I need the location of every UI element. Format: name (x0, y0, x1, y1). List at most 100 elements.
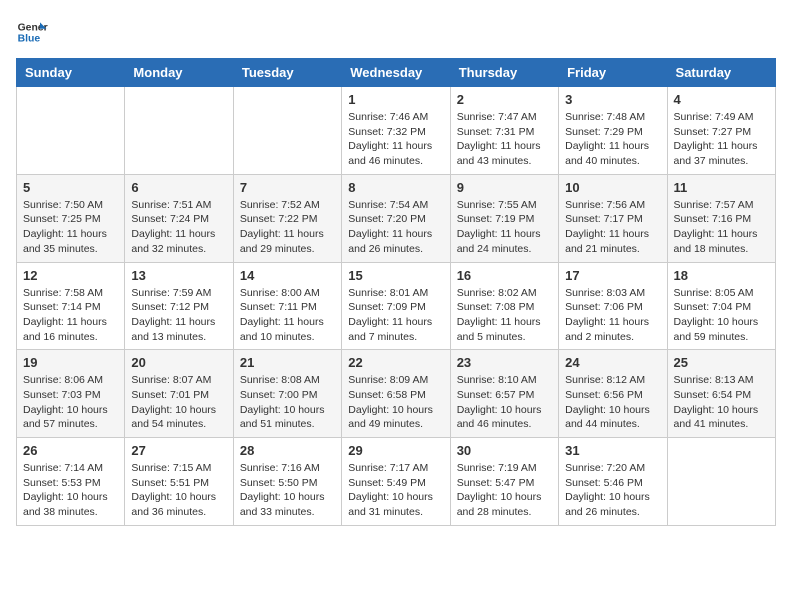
day-info: Sunrise: 7:59 AM Sunset: 7:12 PM Dayligh… (131, 286, 226, 345)
calendar-cell: 17 Sunrise: 8:03 AM Sunset: 7:06 PM Dayli… (559, 262, 667, 350)
calendar-cell: 19Sunrise: 8:06 AM Sunset: 7:03 PM Dayli… (17, 350, 125, 438)
calendar-cell: 20 Sunrise: 8:07 AM Sunset: 7:01 PM Dayli… (125, 350, 233, 438)
day-number: 1 (348, 92, 443, 107)
calendar-table: SundayMondayTuesdayWednesdayThursdayFrid… (16, 58, 776, 526)
day-info: Sunrise: 8:01 AM Sunset: 7:09 PM Dayligh… (348, 286, 443, 345)
day-number: 17 (565, 268, 660, 283)
day-number: 23 (457, 355, 552, 370)
day-info: Sunrise: 7:46 AM Sunset: 7:32 PM Dayligh… (348, 110, 443, 169)
day-number: 6 (131, 180, 226, 195)
day-number: 22 (348, 355, 443, 370)
day-number: 3 (565, 92, 660, 107)
day-info: Sunrise: 7:17 AM Sunset: 5:49 PM Dayligh… (348, 461, 443, 520)
day-number: 25 (674, 355, 769, 370)
calendar-cell: 24Sunrise: 8:12 AM Sunset: 6:56 PM Dayli… (559, 350, 667, 438)
calendar-cell: 3 Sunrise: 7:48 AM Sunset: 7:29 PM Daylig… (559, 87, 667, 175)
day-number: 30 (457, 443, 552, 458)
day-info: Sunrise: 7:58 AM Sunset: 7:14 PM Dayligh… (23, 286, 118, 345)
calendar-cell: 18Sunrise: 8:05 AM Sunset: 7:04 PM Dayli… (667, 262, 775, 350)
weekday-header-sunday: Sunday (17, 59, 125, 87)
day-number: 12 (23, 268, 118, 283)
day-info: Sunrise: 8:09 AM Sunset: 6:58 PM Dayligh… (348, 373, 443, 432)
day-info: Sunrise: 7:51 AM Sunset: 7:24 PM Dayligh… (131, 198, 226, 257)
day-info: Sunrise: 7:52 AM Sunset: 7:22 PM Dayligh… (240, 198, 335, 257)
calendar-cell: 5 Sunrise: 7:50 AM Sunset: 7:25 PM Daylig… (17, 174, 125, 262)
day-number: 29 (348, 443, 443, 458)
calendar-cell: 12 Sunrise: 7:58 AM Sunset: 7:14 PM Dayli… (17, 262, 125, 350)
calendar-cell (17, 87, 125, 175)
day-number: 4 (674, 92, 769, 107)
calendar-cell (667, 438, 775, 526)
calendar-cell: 29 Sunrise: 7:17 AM Sunset: 5:49 PM Dayli… (342, 438, 450, 526)
calendar-cell: 9 Sunrise: 7:55 AM Sunset: 7:19 PM Daylig… (450, 174, 558, 262)
day-info: Sunrise: 8:00 AM Sunset: 7:11 PM Dayligh… (240, 286, 335, 345)
day-number: 21 (240, 355, 335, 370)
page-header: General Blue (16, 16, 776, 48)
calendar-cell: 25 Sunrise: 8:13 AM Sunset: 6:54 PM Dayli… (667, 350, 775, 438)
calendar-cell: 13 Sunrise: 7:59 AM Sunset: 7:12 PM Dayli… (125, 262, 233, 350)
weekday-header-thursday: Thursday (450, 59, 558, 87)
calendar-cell: 16 Sunrise: 8:02 AM Sunset: 7:08 PM Dayli… (450, 262, 558, 350)
day-number: 10 (565, 180, 660, 195)
calendar-cell: 7 Sunrise: 7:52 AM Sunset: 7:22 PM Daylig… (233, 174, 341, 262)
calendar-cell: 23Sunrise: 8:10 AM Sunset: 6:57 PM Dayli… (450, 350, 558, 438)
calendar-week-5: 26 Sunrise: 7:14 AM Sunset: 5:53 PM Dayli… (17, 438, 776, 526)
calendar-cell: 21 Sunrise: 8:08 AM Sunset: 7:00 PM Dayli… (233, 350, 341, 438)
day-info: Sunrise: 7:47 AM Sunset: 7:31 PM Dayligh… (457, 110, 552, 169)
weekday-header-wednesday: Wednesday (342, 59, 450, 87)
calendar-cell: 28Sunrise: 7:16 AM Sunset: 5:50 PM Dayli… (233, 438, 341, 526)
day-info: Sunrise: 7:57 AM Sunset: 7:16 PM Dayligh… (674, 198, 769, 257)
calendar-cell: 22 Sunrise: 8:09 AM Sunset: 6:58 PM Dayli… (342, 350, 450, 438)
day-info: Sunrise: 8:07 AM Sunset: 7:01 PM Dayligh… (131, 373, 226, 432)
day-info: Sunrise: 8:12 AM Sunset: 6:56 PM Dayligh… (565, 373, 660, 432)
day-info: Sunrise: 7:54 AM Sunset: 7:20 PM Dayligh… (348, 198, 443, 257)
day-number: 5 (23, 180, 118, 195)
calendar-header: SundayMondayTuesdayWednesdayThursdayFrid… (17, 59, 776, 87)
calendar-cell: 4Sunrise: 7:49 AM Sunset: 7:27 PM Daylig… (667, 87, 775, 175)
day-info: Sunrise: 7:56 AM Sunset: 7:17 PM Dayligh… (565, 198, 660, 257)
day-number: 19 (23, 355, 118, 370)
day-info: Sunrise: 8:08 AM Sunset: 7:00 PM Dayligh… (240, 373, 335, 432)
day-info: Sunrise: 8:13 AM Sunset: 6:54 PM Dayligh… (674, 373, 769, 432)
calendar-cell: 10 Sunrise: 7:56 AM Sunset: 7:17 PM Dayli… (559, 174, 667, 262)
calendar-cell: 30Sunrise: 7:19 AM Sunset: 5:47 PM Dayli… (450, 438, 558, 526)
calendar-cell (125, 87, 233, 175)
day-number: 31 (565, 443, 660, 458)
day-number: 11 (674, 180, 769, 195)
calendar-cell: 31 Sunrise: 7:20 AM Sunset: 5:46 PM Dayli… (559, 438, 667, 526)
day-number: 14 (240, 268, 335, 283)
day-number: 9 (457, 180, 552, 195)
calendar-cell: 27 Sunrise: 7:15 AM Sunset: 5:51 PM Dayli… (125, 438, 233, 526)
day-info: Sunrise: 7:20 AM Sunset: 5:46 PM Dayligh… (565, 461, 660, 520)
day-info: Sunrise: 7:50 AM Sunset: 7:25 PM Dayligh… (23, 198, 118, 257)
calendar-cell: 1 Sunrise: 7:46 AM Sunset: 7:32 PM Daylig… (342, 87, 450, 175)
day-number: 27 (131, 443, 226, 458)
calendar-cell (233, 87, 341, 175)
day-info: Sunrise: 8:05 AM Sunset: 7:04 PM Dayligh… (674, 286, 769, 345)
calendar-cell: 14 Sunrise: 8:00 AM Sunset: 7:11 PM Dayli… (233, 262, 341, 350)
day-number: 2 (457, 92, 552, 107)
day-number: 16 (457, 268, 552, 283)
day-number: 13 (131, 268, 226, 283)
day-info: Sunrise: 8:03 AM Sunset: 7:06 PM Dayligh… (565, 286, 660, 345)
day-info: Sunrise: 7:15 AM Sunset: 5:51 PM Dayligh… (131, 461, 226, 520)
calendar-week-3: 12 Sunrise: 7:58 AM Sunset: 7:14 PM Dayli… (17, 262, 776, 350)
day-info: Sunrise: 8:02 AM Sunset: 7:08 PM Dayligh… (457, 286, 552, 345)
calendar-cell: 26 Sunrise: 7:14 AM Sunset: 5:53 PM Dayli… (17, 438, 125, 526)
logo-icon: General Blue (16, 16, 48, 48)
day-number: 26 (23, 443, 118, 458)
weekday-header-monday: Monday (125, 59, 233, 87)
calendar-cell: 2 Sunrise: 7:47 AM Sunset: 7:31 PM Daylig… (450, 87, 558, 175)
day-info: Sunrise: 7:55 AM Sunset: 7:19 PM Dayligh… (457, 198, 552, 257)
calendar-week-1: 1 Sunrise: 7:46 AM Sunset: 7:32 PM Daylig… (17, 87, 776, 175)
day-number: 20 (131, 355, 226, 370)
calendar-cell: 6 Sunrise: 7:51 AM Sunset: 7:24 PM Daylig… (125, 174, 233, 262)
day-number: 7 (240, 180, 335, 195)
svg-text:Blue: Blue (18, 34, 41, 45)
day-number: 8 (348, 180, 443, 195)
weekday-header-saturday: Saturday (667, 59, 775, 87)
day-info: Sunrise: 7:14 AM Sunset: 5:53 PM Dayligh… (23, 461, 118, 520)
weekday-header-friday: Friday (559, 59, 667, 87)
day-info: Sunrise: 7:48 AM Sunset: 7:29 PM Dayligh… (565, 110, 660, 169)
calendar-cell: 11 Sunrise: 7:57 AM Sunset: 7:16 PM Dayli… (667, 174, 775, 262)
